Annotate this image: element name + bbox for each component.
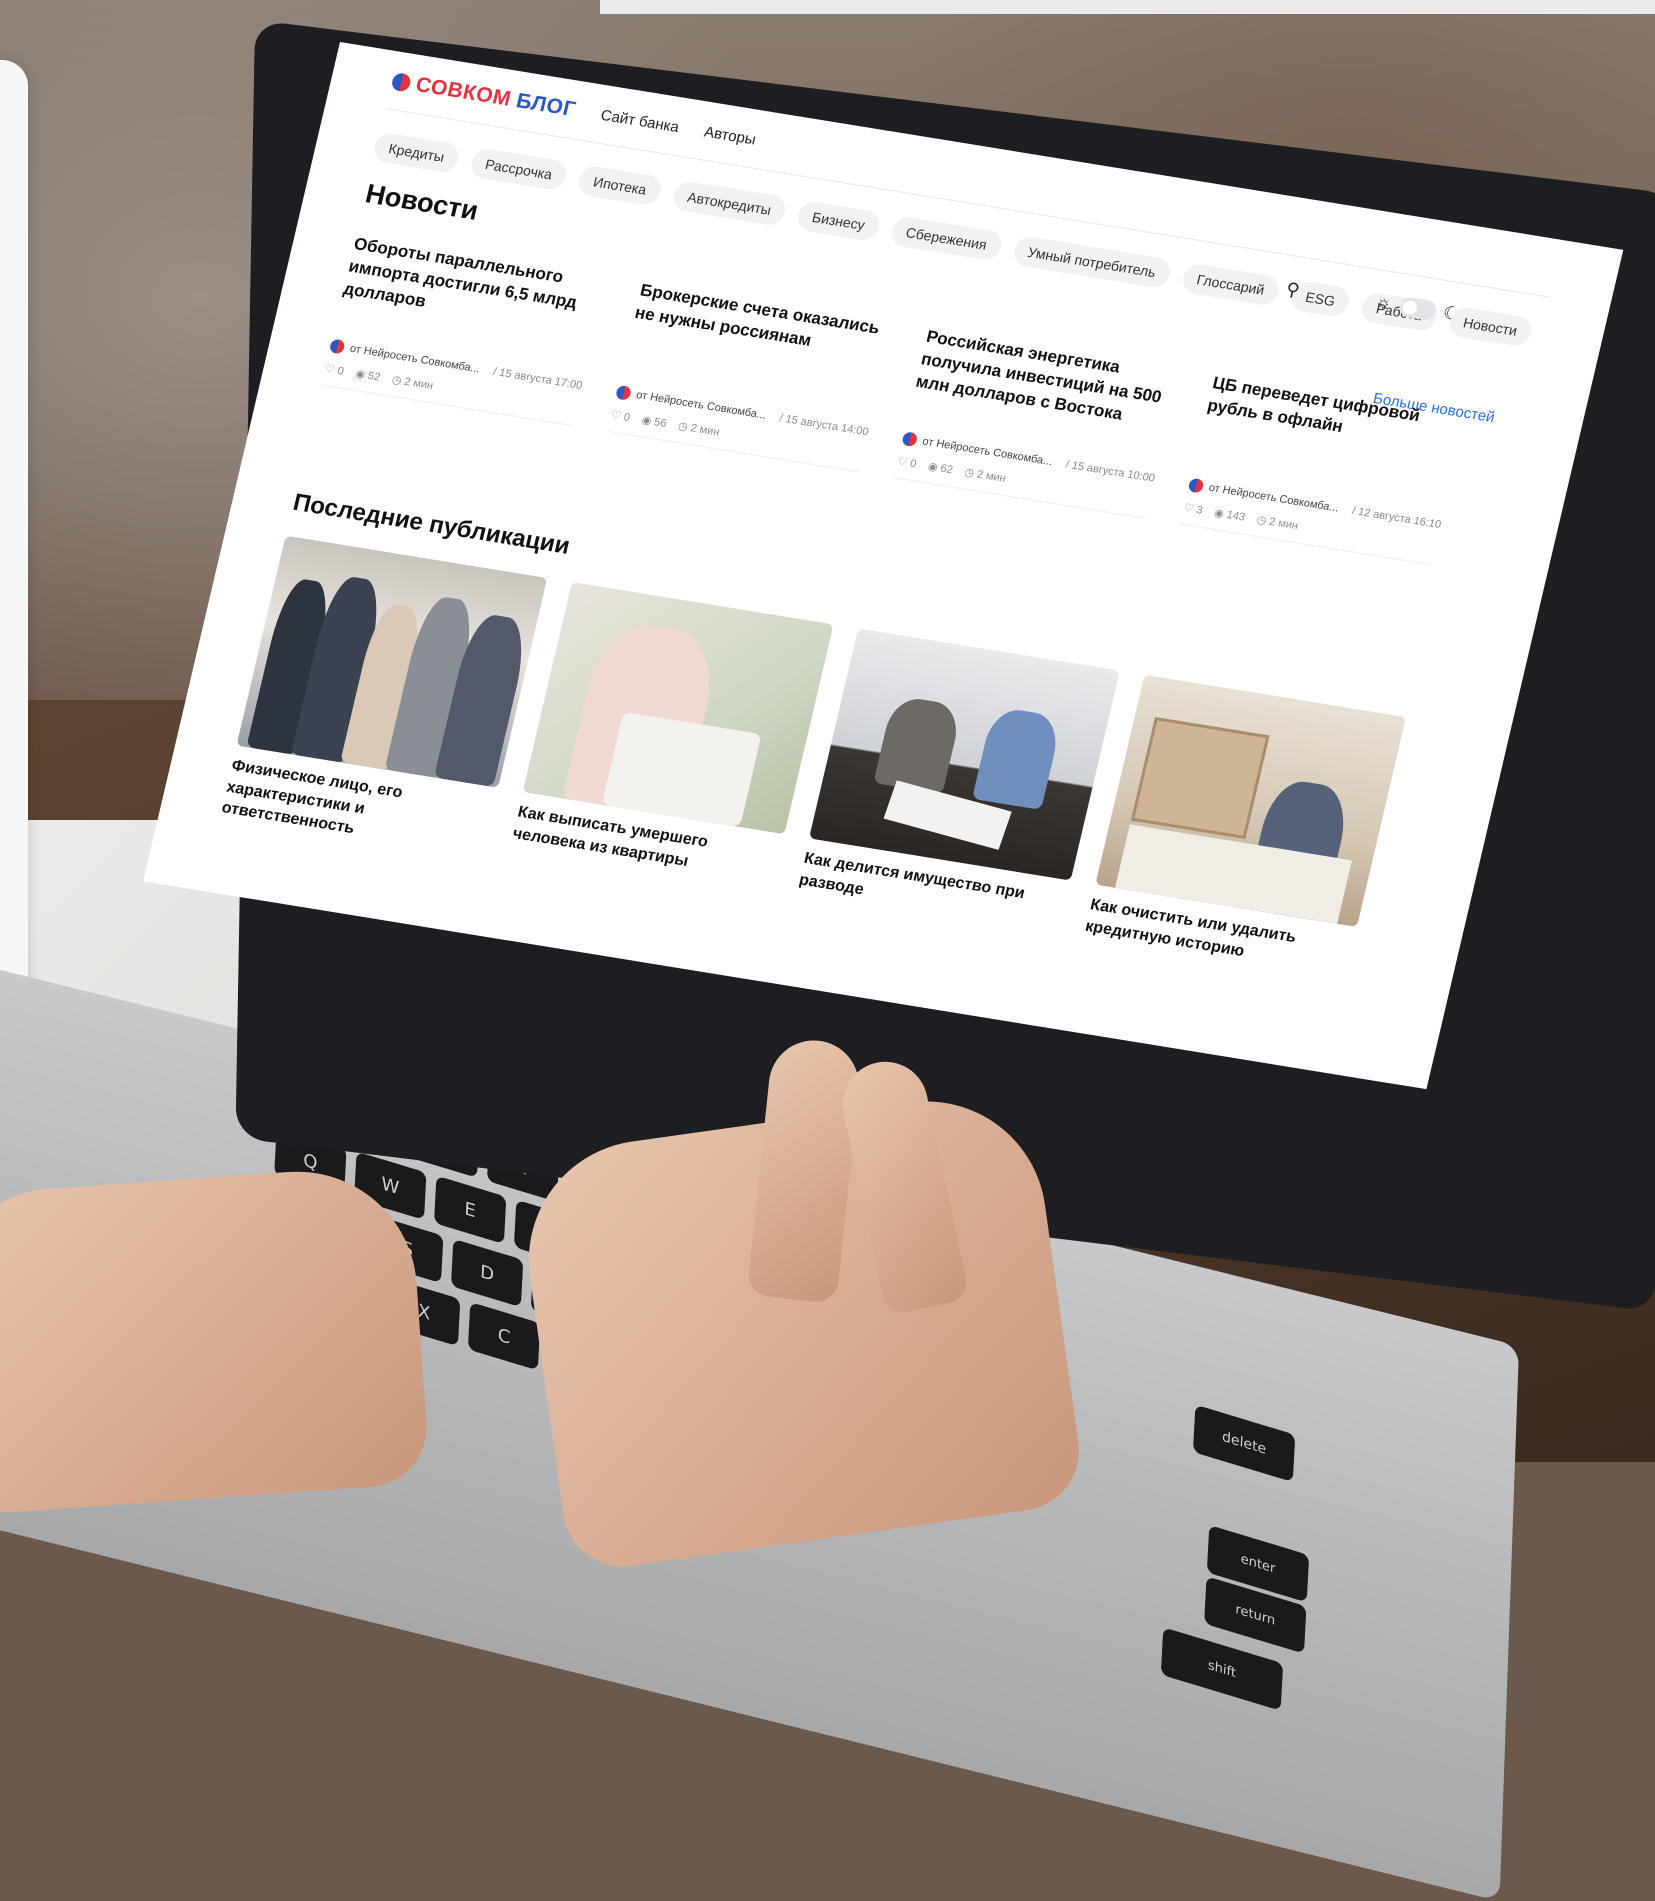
author-avatar (614, 384, 633, 401)
category-chip[interactable]: Рассрочка (468, 146, 570, 192)
laptop: 1 2 3 4 5 6 7 Q W E R T Y U A S D F G H … (0, 0, 1655, 1901)
news-card[interactable]: Обороты параллельного импорта достигли 6… (320, 233, 609, 427)
clock-icon: ◷ 2 мин (676, 420, 721, 439)
clock-icon: ◷ 2 мин (963, 466, 1007, 485)
publication-image[interactable] (809, 628, 1120, 881)
eye-icon: ◉ 62 (926, 460, 954, 477)
logo-text-blue: БЛОГ (514, 89, 579, 122)
publication-image[interactable] (236, 535, 548, 788)
heart-icon[interactable]: ♡ 3 (1182, 501, 1204, 517)
key: D (450, 1238, 524, 1308)
news-date: / 12 августа 16:10 (1350, 504, 1443, 532)
key: C (467, 1302, 541, 1371)
author-avatar (901, 431, 919, 448)
news-date: / 15 августа 14:00 (778, 412, 870, 439)
author-avatar (1187, 477, 1205, 494)
clock-icon: ◷ 2 мин (1255, 513, 1300, 533)
sun-icon: ☼ (1373, 291, 1395, 314)
logo-text-red: СОВКОМ (413, 72, 514, 111)
category-chip[interactable]: Автокредиты (670, 179, 789, 227)
news-card[interactable]: Брокерские счета оказались не нужны росс… (607, 279, 895, 473)
heart-icon[interactable]: ♡ 0 (323, 362, 345, 378)
news-title[interactable]: Российская энергетика получила инвестици… (908, 326, 1181, 457)
category-chip[interactable]: Глоссарий (1179, 262, 1282, 307)
clock-icon: ◷ 2 мин (390, 373, 435, 393)
news-date: / 15 августа 17:00 (491, 365, 584, 392)
publication-card[interactable]: Как очистить или удалить кредитную истор… (1083, 674, 1407, 979)
news-heading: Новости (362, 178, 482, 226)
key-delete: delete (1192, 1404, 1296, 1483)
publication-image[interactable] (522, 582, 834, 835)
news-title[interactable]: Обороты параллельного импорта достигли 6… (336, 233, 609, 364)
eye-icon: ◉ 143 (1212, 506, 1247, 524)
left-hand (0, 1163, 431, 1517)
nav-bank-site[interactable]: Сайт банка (599, 106, 681, 135)
category-chip[interactable]: Умный потребитель (1010, 234, 1173, 290)
publication-card[interactable]: Физическое лицо, его характеристики и от… (219, 535, 548, 861)
publication-card[interactable]: Как выписать умершего человека из кварти… (511, 582, 834, 886)
nav-authors[interactable]: Авторы (703, 123, 758, 148)
eye-icon: ◉ 56 (640, 414, 668, 430)
category-chip[interactable]: Ипотека (576, 164, 664, 207)
news-title[interactable]: ЦБ переведет цифровой рубль в офлайн (1194, 372, 1467, 503)
news-title[interactable]: Брокерские счета оказались не нужны росс… (622, 279, 895, 410)
logo-mark-icon (390, 72, 413, 93)
author-avatar (328, 338, 346, 355)
publication-image[interactable] (1095, 674, 1407, 927)
news-card[interactable]: Российская энергетика получила инвестици… (893, 326, 1180, 519)
category-chip[interactable]: Кредиты (371, 131, 462, 174)
category-chip[interactable]: Сбережения (888, 215, 1004, 262)
eye-icon: ◉ 52 (354, 367, 382, 384)
heart-icon[interactable]: ♡ 0 (896, 455, 918, 471)
publication-card[interactable]: Как делится имущество при разводе (797, 628, 1120, 932)
heart-icon[interactable]: ♡ 0 (610, 408, 632, 424)
news-date: / 15 августа 10:00 (1064, 458, 1156, 485)
category-chip[interactable]: Бизнесу (795, 199, 882, 243)
key: E (433, 1175, 507, 1245)
